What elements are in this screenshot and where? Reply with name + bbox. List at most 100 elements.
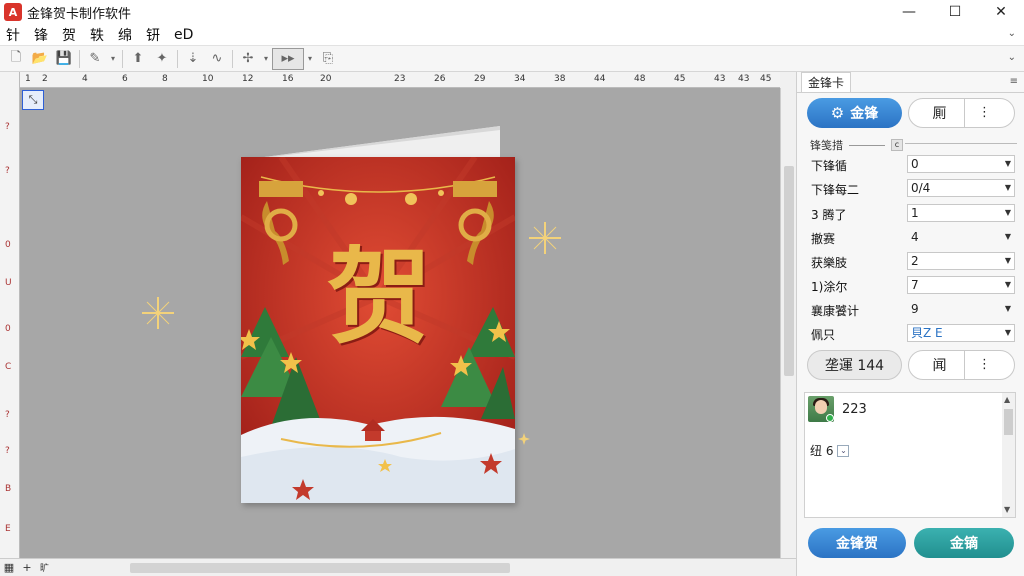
horizontal-scrollbar-thumb[interactable] xyxy=(130,563,510,573)
maximize-button[interactable]: ☐ xyxy=(932,0,978,24)
menu-overflow-icon[interactable]: ⌄ xyxy=(1008,28,1016,39)
more-options-icon[interactable]: ⋮ xyxy=(978,105,991,120)
page-label: 旷 xyxy=(40,564,50,574)
sparkle-small-icon xyxy=(518,433,530,445)
ruler-label: 45 xyxy=(760,74,772,84)
greeting-card[interactable]: 贺 xyxy=(241,157,515,503)
ruler-label: 26 xyxy=(434,74,446,84)
list-scrollbar-thumb[interactable] xyxy=(1004,409,1013,435)
sparkle-right-icon xyxy=(529,222,561,254)
save-icon[interactable]: 💾 xyxy=(52,48,76,70)
ruler-label: 2 xyxy=(42,74,48,84)
list-item-label: 纽 6 xyxy=(810,444,834,458)
play-icon[interactable]: ▸▸ xyxy=(272,47,304,70)
primary-action-button[interactable]: ⚙ 金锋 xyxy=(807,98,902,128)
panel-menu-icon[interactable]: ≡ xyxy=(1010,76,1018,87)
toolbar-overflow-icon[interactable]: ⌄ xyxy=(1008,52,1016,63)
prop-value: 0 xyxy=(911,157,919,171)
open-folder-icon[interactable]: 📂 xyxy=(28,48,52,70)
panel-tab[interactable]: 金锋卡 xyxy=(801,72,852,92)
prop-value: 9 xyxy=(911,302,919,316)
secondary-split-button[interactable]: 厠 xyxy=(908,98,1015,128)
prop-label: 下锋循 xyxy=(811,159,848,173)
ruler-label: 12 xyxy=(242,74,254,84)
minimize-button[interactable]: — xyxy=(886,0,932,24)
ruler-label: 8 xyxy=(162,74,168,84)
ruler-label: 6 xyxy=(122,74,128,84)
card-glyph-text: 贺 xyxy=(326,235,431,358)
prop-value: 4 xyxy=(911,230,919,244)
menu-item-2[interactable]: 锋 xyxy=(34,25,48,45)
action-split-button[interactable]: 闻 xyxy=(908,350,1015,380)
secondary-label: 厠 xyxy=(932,106,947,122)
menu-item-7[interactable]: eD xyxy=(174,27,193,43)
toolbar-divider xyxy=(122,49,123,68)
menu-item-5[interactable]: 绵 xyxy=(118,25,132,45)
scroll-up-icon[interactable]: ▲ xyxy=(1004,395,1010,404)
ruler-mark: ? xyxy=(5,410,10,420)
ruler-label: 44 xyxy=(594,74,606,84)
export-icon[interactable]: ⎘ xyxy=(316,48,340,70)
prop-select[interactable]: 4 ▼ xyxy=(907,228,1015,246)
footer-left-button[interactable]: 金锋贺 xyxy=(808,528,906,558)
chevron-down-icon[interactable]: ▾ xyxy=(304,48,316,70)
chevron-down-icon: ▼ xyxy=(1004,232,1011,241)
prop-select[interactable]: 貝Z E ▼ xyxy=(907,324,1015,342)
ruler-label: 29 xyxy=(474,74,486,84)
ruler-label: 38 xyxy=(554,74,566,84)
wave-icon[interactable]: ∿ xyxy=(205,48,229,70)
add-page-button[interactable]: + xyxy=(18,560,36,576)
horizontal-ruler: 1 2 4 6 8 10 12 16 20 23 26 29 34 38 44 … xyxy=(20,72,780,88)
menu-item-4[interactable]: 轶 xyxy=(90,25,104,45)
prop-select[interactable]: 7 ▼ xyxy=(907,276,1015,294)
window-controls: — ☐ ✕ xyxy=(886,0,1024,24)
ruler-mark: ? xyxy=(5,166,10,176)
resize-corner-icon[interactable]: ⤡ xyxy=(22,90,44,110)
list-item[interactable]: 纽 6 ⌄ xyxy=(810,442,850,459)
chevron-down-icon[interactable]: ⌄ xyxy=(837,444,850,457)
scrollbar-thumb[interactable] xyxy=(784,166,794,376)
prop-select[interactable]: 2 ▼ xyxy=(907,252,1015,270)
close-button[interactable]: ✕ xyxy=(978,0,1024,24)
menu-item-3[interactable]: 贺 xyxy=(62,25,76,45)
ruler-label: 1 xyxy=(25,74,31,84)
page-icon[interactable]: ▦ xyxy=(0,560,18,576)
prop-select[interactable]: 1 ▼ xyxy=(907,204,1015,222)
prop-select[interactable]: 9 ▼ xyxy=(907,300,1015,318)
ruler-label: 16 xyxy=(282,74,294,84)
prop-select[interactable]: 0 ▼ xyxy=(907,155,1015,173)
toolbar-divider xyxy=(232,49,233,68)
list-count: 223 xyxy=(842,402,867,417)
ruler-label: 43 xyxy=(714,74,726,84)
new-document-icon[interactable]: 🗋 xyxy=(4,48,28,70)
prop-value: 貝Z E xyxy=(911,326,943,340)
arrow-icon[interactable]: ⇣ xyxy=(181,48,205,70)
align-icon[interactable]: ✢ xyxy=(236,48,260,70)
avatar[interactable] xyxy=(808,396,834,422)
ruler-label: 45 xyxy=(674,74,686,84)
menu-item-6[interactable]: 钘 xyxy=(146,25,160,45)
chevron-down-icon[interactable]: ▾ xyxy=(260,48,272,70)
list-scrollbar[interactable]: ▲ ▼ xyxy=(1002,393,1015,517)
prop-label: 3 腾了 xyxy=(811,208,847,222)
toolbar: 🗋 📂 💾 ✎ ▾ ⬆ ✦ ⇣ ∿ ✢ ▾ ▸▸ ▾ ⎘ ⌄ xyxy=(0,46,1024,72)
menu-item-1[interactable]: 针 xyxy=(6,25,20,45)
prop-select[interactable]: 0/4 ▼ xyxy=(907,179,1015,197)
more-options-icon[interactable]: ⋮ xyxy=(978,357,991,372)
star-icon[interactable]: ✦ xyxy=(150,48,174,70)
insert-icon[interactable]: ⬆ xyxy=(126,48,150,70)
scroll-down-icon[interactable]: ▼ xyxy=(1004,505,1010,514)
chevron-down-icon: ▼ xyxy=(1004,280,1011,289)
gear-icon: ⚙ xyxy=(830,104,845,122)
apply-button[interactable]: 垄運 144 xyxy=(807,350,902,380)
canvas-vertical-scrollbar[interactable] xyxy=(780,88,796,558)
vertical-ruler: ? ? 0 U 0 C ? ? B E xyxy=(0,72,20,558)
brush-icon[interactable]: ✎ xyxy=(83,48,107,70)
menu-bar: 针 锋 贺 轶 绵 钘 eD ⌄ xyxy=(0,24,1024,46)
section-chip[interactable]: c xyxy=(891,139,903,151)
ruler-mark: ? xyxy=(5,446,10,456)
section-rule xyxy=(849,144,885,146)
ruler-mark: C xyxy=(5,362,12,372)
chevron-down-icon[interactable]: ▾ xyxy=(107,48,119,70)
footer-right-button[interactable]: 金镝 xyxy=(914,528,1014,558)
